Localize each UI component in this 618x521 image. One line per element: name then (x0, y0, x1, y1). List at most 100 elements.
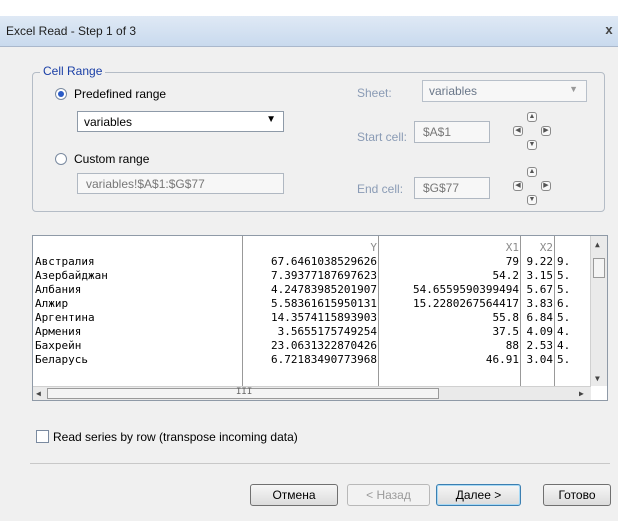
table-cell: 5.67 (526, 283, 554, 296)
back-button[interactable]: < Назад (347, 484, 430, 506)
table-cell: 3.04 (526, 353, 554, 366)
table-row[interactable]: Армения 3.5655175749254 37.5 4.09 4. (33, 325, 591, 338)
scroll-right-icon[interactable]: ▶ (579, 389, 584, 398)
vertical-scrollbar[interactable]: ▲ ▼ (590, 236, 607, 386)
close-icon[interactable]: x (602, 22, 616, 38)
custom-range-label[interactable]: Custom range (74, 152, 149, 166)
vertical-scroll-thumb[interactable] (593, 258, 605, 278)
table-cell: 2.53 (526, 339, 554, 352)
header-cell: Y (370, 241, 377, 254)
sheet-label: Sheet: (357, 86, 392, 100)
header-cell (555, 241, 593, 254)
table-row[interactable]: Алжир 5.58361615950131 15.2280267564417 … (33, 297, 591, 310)
arrow-down-icon[interactable]: ▼ (527, 195, 537, 205)
table-cell: 3.15 (526, 269, 554, 282)
table-cell: 54.6559590399494 (413, 283, 519, 296)
table-cell: 54.2 (492, 269, 520, 282)
table-cell: 15.2280267564417 (413, 297, 519, 310)
table-cell: 88 (505, 339, 519, 352)
table-cell: 5. (557, 353, 571, 366)
table-cell: 6.84 (526, 311, 554, 324)
end-cell-field[interactable]: $G$77 (414, 177, 490, 199)
start-cell-label: Start cell: (357, 130, 408, 144)
horizontal-scrollbar[interactable]: ◀ III ▶ (33, 386, 591, 400)
table-row[interactable]: Бахрейн 23.0631322870426 88 2.53 4. (33, 339, 591, 352)
title-bar: Excel Read - Step 1 of 3 x (0, 16, 618, 47)
predefined-range-radio[interactable] (55, 88, 67, 100)
next-button[interactable]: Далее > (436, 484, 521, 506)
table-cell: 3.5655175749254 (277, 325, 377, 338)
finish-button[interactable]: Готово (543, 484, 611, 506)
header-cell: X1 (505, 241, 519, 254)
arrow-right-icon[interactable]: ▶ (541, 181, 551, 191)
arrow-right-icon[interactable]: ▶ (541, 126, 551, 136)
table-cell: 6. (557, 297, 571, 310)
custom-range-radio[interactable] (55, 153, 67, 165)
table-cell: 5. (557, 269, 571, 282)
chevron-down-icon[interactable]: ▼ (266, 114, 276, 125)
chevron-down-icon[interactable]: ▼ (569, 84, 578, 94)
arrow-down-icon[interactable]: ▼ (527, 140, 537, 150)
table-cell: 5.58361615950131 (271, 297, 377, 310)
table-cell: 9. (557, 255, 571, 268)
table-cell: 3.83 (526, 297, 554, 310)
table-cell: Беларусь (35, 353, 88, 366)
header-row: Y X1 X2 (33, 241, 591, 254)
table-row[interactable]: Аргентина 14.3574115893903 55.8 6.84 5. (33, 311, 591, 324)
scroll-left-icon[interactable]: ◀ (36, 389, 41, 398)
table-cell: Азербайджан (35, 269, 108, 282)
table-cell: 5. (557, 311, 571, 324)
end-cell-label: End cell: (357, 182, 404, 196)
arrow-up-icon[interactable]: ▲ (527, 112, 537, 122)
arrow-left-icon[interactable]: ◀ (513, 126, 523, 136)
table-cell: 14.3574115893903 (271, 311, 377, 324)
header-cell (33, 241, 243, 254)
predefined-range-value: variables (84, 115, 133, 129)
window-title: Excel Read - Step 1 of 3 (6, 24, 137, 38)
custom-range-field[interactable]: variables!$A$1:$G$77 (77, 173, 284, 194)
start-cell-field[interactable]: $A$1 (414, 121, 490, 143)
table-cell: 46.91 (485, 353, 519, 366)
divider (30, 463, 610, 464)
table-cell: Армения (35, 325, 82, 338)
table-cell: 6.72183490773968 (271, 353, 377, 366)
scroll-grip: III (236, 387, 253, 397)
table-cell: 4.24783985201907 (271, 283, 377, 296)
transpose-checkbox[interactable] (36, 430, 49, 443)
table-row[interactable]: Азербайджан 7.39377187697623 54.2 3.15 5… (33, 269, 591, 282)
arrow-left-icon[interactable]: ◀ (513, 181, 523, 191)
scroll-down-icon[interactable]: ▼ (595, 374, 600, 383)
table-cell: Аргентина (35, 311, 95, 324)
table-cell: 7.39377187697623 (271, 269, 377, 282)
arrow-up-icon[interactable]: ▲ (527, 167, 537, 177)
table-cell: Албания (35, 283, 82, 296)
sheet-value: variables (429, 84, 478, 98)
start-cell-value: $A$1 (423, 125, 452, 139)
table-cell: 23.0631322870426 (271, 339, 377, 352)
table-row[interactable]: Австралия 67.6461038529626 79 9.22 9. (33, 255, 591, 268)
scroll-up-icon[interactable]: ▲ (595, 240, 600, 249)
table-cell: 4. (557, 339, 571, 352)
table-row[interactable]: Беларусь 6.72183490773968 46.91 3.04 5. (33, 353, 591, 366)
table-cell: 5. (557, 283, 571, 296)
end-cell-nav-pad: ▲ ◀ ▶ ▼ (511, 167, 555, 205)
table-cell: 55.8 (492, 311, 520, 324)
predefined-range-label[interactable]: Predefined range (74, 87, 166, 101)
cell-range-legend: Cell Range (40, 64, 106, 78)
start-cell-nav-pad: ▲ ◀ ▶ ▼ (511, 112, 555, 150)
custom-range-value: variables!$A$1:$G$77 (86, 177, 205, 191)
data-preview-grid[interactable]: Y X1 X2 Австралия 67.6461038529626 79 9.… (32, 235, 608, 401)
table-row[interactable]: Албания 4.24783985201907 54.655959039949… (33, 283, 591, 296)
end-cell-value: $G$77 (423, 181, 460, 195)
top-strip (0, 0, 618, 16)
sheet-combo[interactable]: variables ▼ (422, 80, 587, 102)
predefined-range-combo[interactable]: variables ▼ (77, 111, 284, 132)
header-cell: X2 (539, 241, 553, 254)
cancel-button[interactable]: Отмена (250, 484, 338, 506)
table-cell: Австралия (35, 255, 95, 268)
transpose-label[interactable]: Read series by row (transpose incoming d… (53, 430, 298, 444)
table-cell: Алжир (35, 297, 69, 310)
table-cell: 9.22 (526, 255, 554, 268)
table-cell: 79 (505, 255, 519, 268)
horizontal-scroll-thumb[interactable]: III (47, 387, 439, 399)
